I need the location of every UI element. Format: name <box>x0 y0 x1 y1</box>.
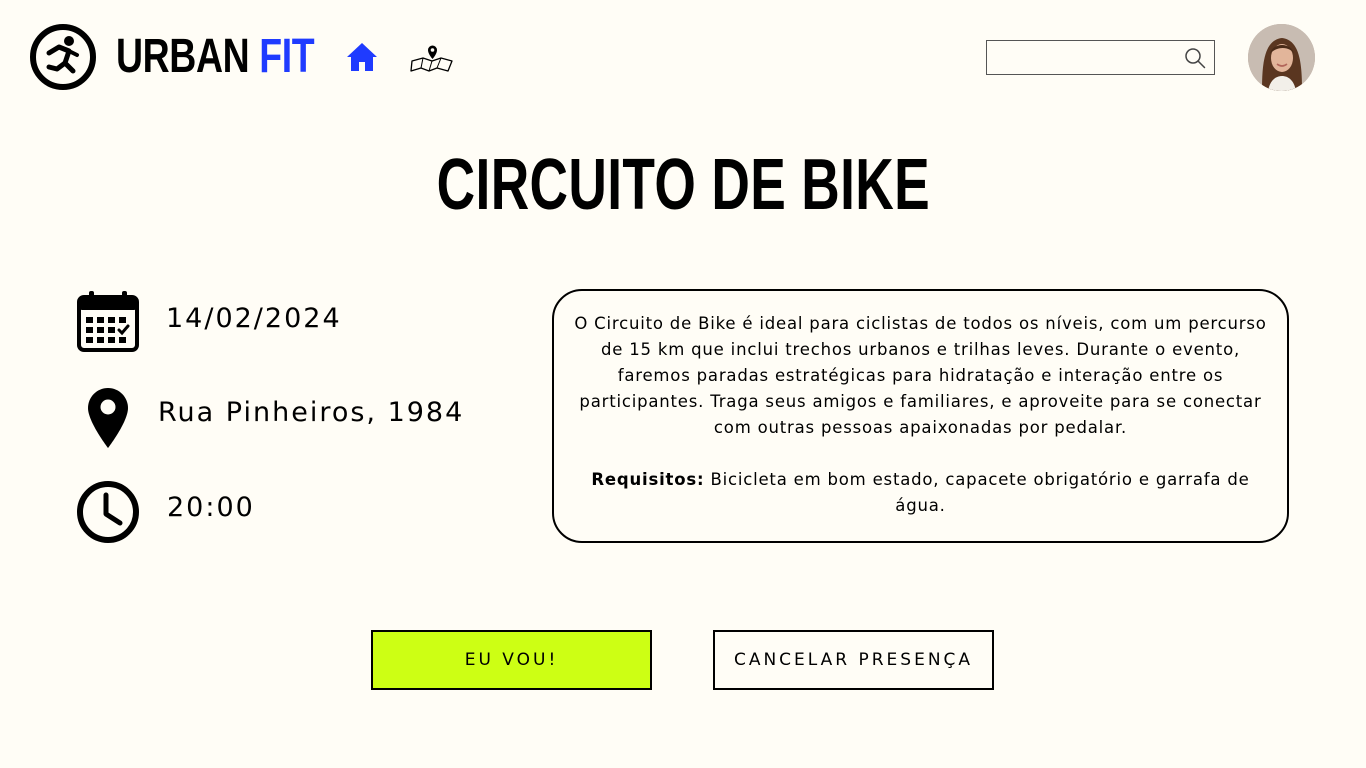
brand-primary: URBAN <box>116 30 250 83</box>
requirements-label: Requisitos: <box>591 470 705 489</box>
attend-button[interactable]: EU VOU! <box>371 630 652 690</box>
logo-runner-icon <box>30 24 96 90</box>
event-description: O Circuito de Bike é ideal para ciclista… <box>574 314 1267 437</box>
event-location: Rua Pinheiros, 1984 <box>158 397 465 428</box>
brand-accent: FIT <box>259 30 315 83</box>
clock-icon <box>77 481 139 543</box>
cancel-button-label: CANCELAR PRESENÇA <box>733 650 974 670</box>
calendar-icon <box>77 291 139 352</box>
requirements-text: Bicicleta em bom estado, capacete obriga… <box>710 470 1250 515</box>
search-input[interactable] <box>987 41 1193 73</box>
event-date: 14/02/2024 <box>166 303 342 334</box>
home-icon[interactable] <box>345 41 379 73</box>
page-title: CIRCUITO DE BIKE <box>436 145 930 225</box>
location-pin-icon <box>88 388 128 448</box>
user-avatar-image <box>1248 24 1315 91</box>
attend-button-label: EU VOU! <box>464 650 559 670</box>
search-bar <box>986 40 1215 75</box>
event-requirements: Requisitos: Bicicleta em bom estado, cap… <box>564 467 1277 519</box>
cancel-attendance-button[interactable]: CANCELAR PRESENÇA <box>713 630 994 690</box>
map-icon[interactable] <box>409 41 455 73</box>
avatar[interactable] <box>1248 24 1315 91</box>
search-icon[interactable] <box>1184 47 1206 69</box>
event-description-box: O Circuito de Bike é ideal para ciclista… <box>552 289 1289 543</box>
event-time: 20:00 <box>167 492 255 523</box>
brand-name: URBAN FIT <box>116 28 315 86</box>
